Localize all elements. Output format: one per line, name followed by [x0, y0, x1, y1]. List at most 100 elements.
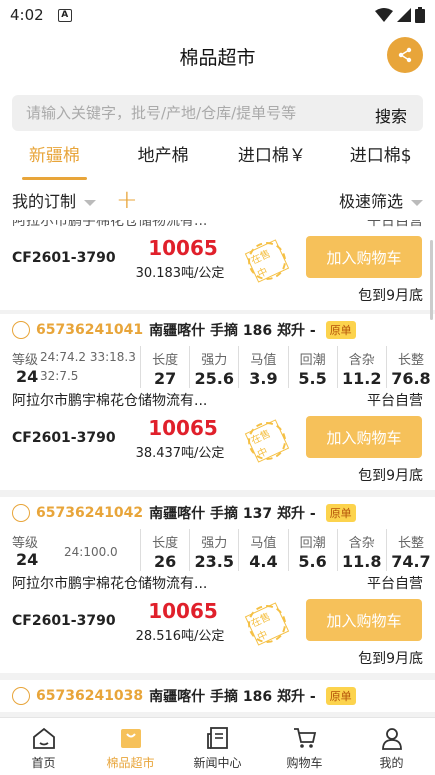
price: 10065 — [148, 236, 218, 260]
platform-label: 平台自营 — [367, 393, 423, 409]
grade-detail: 24:100.0 — [64, 545, 118, 559]
grade-cell: 等级 24:74.2 33:18.3 24 32:7.5 — [12, 346, 140, 388]
share-icon — [398, 47, 412, 63]
nav-news[interactable]: 新闻中心 — [174, 718, 261, 775]
grade-detail-2: 32:7.5 — [40, 369, 79, 383]
spec-moisture: 回潮 5.6 — [287, 529, 337, 571]
batch-number: 65736241042 — [36, 505, 144, 521]
batch-number: 65736241041 — [36, 322, 144, 338]
spec-uniformity: 长整 74.7 — [385, 529, 435, 571]
contract-code: CF2601-3790 — [12, 613, 116, 629]
notification-a-icon: A — [57, 8, 72, 22]
nav-profile[interactable]: 我的 — [348, 718, 435, 775]
quantity: 28.516吨/公定 — [135, 629, 225, 644]
add-to-cart-button[interactable]: 加入购物车 — [306, 599, 422, 641]
status-badge: 原单 — [325, 321, 356, 339]
seller-row: 阿拉尔市鹏宇棉花仓储物流有... 平台自营 — [0, 388, 435, 412]
wifi-icon — [375, 8, 393, 22]
share-button[interactable] — [387, 37, 423, 73]
tab-domestic[interactable]: 地产棉 — [109, 134, 218, 180]
grade-value: 24 — [16, 550, 39, 569]
list-item[interactable]: 65736241042 南疆喀什 手摘 137 郑升 - 原单 等级 24 24… — [0, 497, 435, 673]
origin-info: 南疆喀什 手摘 186 郑升 - — [149, 689, 316, 705]
spec-micronaire: 马值 4.4 — [238, 529, 287, 571]
add-to-cart-button[interactable]: 加入购物车 — [306, 416, 422, 458]
chevron-down-icon — [411, 199, 423, 206]
select-radio[interactable] — [12, 321, 30, 339]
delivery-note: 包到9月底 — [358, 468, 423, 484]
spec-trash: 含杂 11.2 — [336, 346, 386, 388]
search-button[interactable]: 搜索 — [375, 103, 407, 127]
specs-row: 等级 24 24:100.0 长度 26 强力 23.5 马值 4.4 回潮 5.6 含… — [0, 529, 435, 571]
scrollbar[interactable] — [430, 240, 433, 320]
nav-label: 购物车 — [286, 756, 323, 770]
quantity: 38.437吨/公定 — [135, 446, 225, 461]
search-box: 搜索 — [12, 95, 423, 131]
origin-info: 南疆喀什 手摘 186 郑升 - — [149, 323, 316, 339]
bottom-nav: 首页 棉品超市 新闻中心 购物车 我的 — [0, 717, 435, 775]
search-area: 搜索 — [0, 82, 435, 134]
seller-name: 阿拉尔市鹏宇棉花仓储物流有... — [12, 220, 208, 229]
grade-detail: 24:74.2 33:18.3 — [40, 350, 136, 364]
nav-market[interactable]: 棉品超市 — [87, 718, 174, 775]
home-icon — [32, 727, 55, 749]
cart-icon — [293, 728, 316, 748]
app-header: 棉品超市 — [0, 30, 435, 82]
page-title: 棉品超市 — [179, 46, 256, 69]
price: 10065 — [148, 416, 218, 440]
platform-label: 平台自营 — [367, 576, 423, 592]
spec-length: 长度 27 — [140, 346, 189, 388]
price: 10065 — [148, 599, 218, 623]
list-item: 阿拉尔市鹏宇棉花仓储物流有... 平台自营 CF2601-3790 10065 … — [0, 220, 435, 310]
list-item[interactable]: 65736241041 南疆喀什 手摘 186 郑升 - 原单 等级 24:74… — [0, 314, 435, 490]
status-time: 4:02 — [10, 6, 44, 24]
nav-label: 新闻中心 — [193, 756, 242, 770]
spec-moisture: 回潮 5.5 — [287, 346, 337, 388]
filter-bar: 我的订制 + 极速筛选 — [0, 180, 435, 220]
select-radio[interactable] — [12, 504, 30, 522]
status-bar: 4:02 A — [0, 0, 435, 30]
add-to-cart-button[interactable]: 加入购物车 — [306, 236, 422, 278]
on-sale-stamp-icon: 在售中 — [244, 419, 290, 463]
tab-import-usd[interactable]: 进口棉$ — [326, 134, 435, 180]
status-right — [375, 7, 425, 23]
card-header: 65736241042 南疆喀什 手摘 137 郑升 - 原单 — [0, 497, 435, 529]
tab-import-rmb[interactable]: 进口棉￥ — [218, 134, 327, 180]
seller-name: 阿拉尔市鹏宇棉花仓储物流有... — [12, 393, 208, 409]
my-order-label: 我的订制 — [12, 192, 77, 211]
search-input[interactable] — [26, 104, 346, 122]
platform-label: 平台自营 — [367, 220, 423, 229]
spec-strength: 强力 23.5 — [189, 529, 238, 571]
contract-code: CF2601-3790 — [12, 250, 116, 266]
batch-number: 65736241038 — [36, 688, 144, 704]
spec-trash: 含杂 11.8 — [336, 529, 386, 571]
spec-strength: 强力 25.6 — [189, 346, 238, 388]
grade-cell: 等级 24 24:100.0 — [12, 529, 140, 571]
select-radio[interactable] — [12, 687, 30, 705]
add-order-button[interactable]: + — [116, 187, 138, 213]
seller-name: 阿拉尔市鹏宇棉花仓储物流有... — [12, 576, 208, 592]
seller-row: 阿拉尔市鹏宇棉花仓储物流有... 平台自营 — [0, 220, 435, 232]
price-row: CF2601-3790 10065 38.437吨/公定 在售中 加入购物车 — [0, 412, 435, 466]
nav-label: 棉品超市 — [106, 756, 155, 770]
price-row: CF2601-3790 10065 30.183吨/公定 在售中 加入购物车 — [0, 232, 435, 286]
quick-filter-dropdown[interactable]: 极速筛选 — [339, 188, 423, 212]
delivery-note: 包到9月底 — [358, 651, 423, 667]
tab-xinjiang[interactable]: 新疆棉 — [0, 134, 109, 180]
my-order-dropdown[interactable]: 我的订制 — [12, 188, 97, 212]
specs-row: 等级 24:74.2 33:18.3 24 32:7.5 长度 27 强力 25.6… — [0, 346, 435, 388]
nav-label: 首页 — [31, 756, 56, 770]
status-badge: 原单 — [325, 687, 356, 705]
nav-home[interactable]: 首页 — [0, 718, 87, 775]
spec-uniformity: 长整 76.8 — [385, 346, 435, 388]
seller-row: 阿拉尔市鹏宇棉花仓储物流有... 平台自营 — [0, 571, 435, 595]
chevron-down-icon — [84, 199, 97, 206]
list-item[interactable]: 65736241038 南疆喀什 手摘 186 郑升 - 原单 — [0, 680, 435, 712]
quick-filter-label: 极速筛选 — [338, 192, 403, 211]
grade-label: 等级 — [12, 353, 39, 368]
card-header: 65736241038 南疆喀什 手摘 186 郑升 - 原单 — [0, 680, 435, 712]
product-list: 阿拉尔市鹏宇棉花仓储物流有... 平台自营 CF2601-3790 10065 … — [0, 220, 435, 717]
delivery-note: 包到9月底 — [358, 288, 423, 304]
nav-cart[interactable]: 购物车 — [261, 718, 348, 775]
news-icon — [206, 727, 228, 749]
